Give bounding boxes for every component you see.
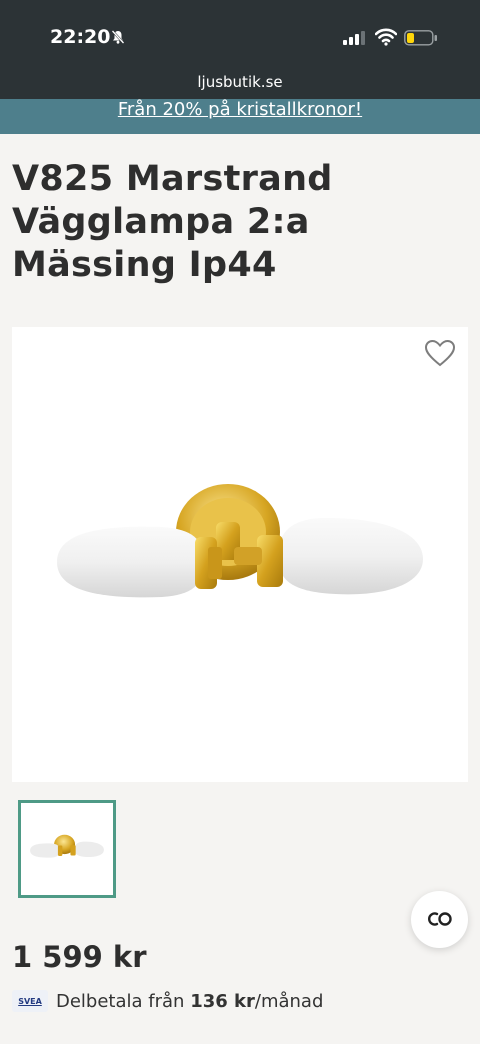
product-image[interactable] (12, 327, 468, 782)
heart-icon[interactable] (424, 339, 456, 371)
chat-button[interactable] (411, 891, 468, 948)
url-bar[interactable]: ljusbutik.se (0, 72, 480, 99)
installment-info[interactable]: SVEA Delbetala från 136 kr/månad (12, 990, 323, 1012)
chat-icon (428, 912, 452, 926)
url-text: ljusbutik.se (197, 73, 283, 91)
bell-slash-icon (110, 29, 126, 49)
status-time: 22:20 (50, 26, 111, 48)
battery-icon (404, 30, 438, 50)
product-price: 1 599 kr (12, 940, 147, 974)
promo-banner: Från 20% på kristallkronor! (0, 99, 480, 134)
wifi-icon (374, 28, 398, 50)
lamp-image (57, 484, 423, 598)
svea-logo: SVEA (12, 990, 48, 1012)
thumbnail-lamp-image (30, 834, 104, 858)
installment-suffix: /månad (254, 990, 324, 1012)
product-title: V825 Marstrand Vägglampa 2:a Mässing Ip4… (12, 159, 333, 285)
promo-link[interactable]: Från 20% på kristallkronor! (118, 99, 362, 120)
signal-icon (343, 30, 367, 50)
installment-text: Delbetala från 136 kr/månad (56, 991, 323, 1012)
status-bar: 22:20 (0, 0, 480, 72)
installment-amount: 136 kr (190, 990, 255, 1012)
installment-prefix: Delbetala från (56, 990, 185, 1012)
product-thumbnail[interactable] (18, 800, 116, 898)
